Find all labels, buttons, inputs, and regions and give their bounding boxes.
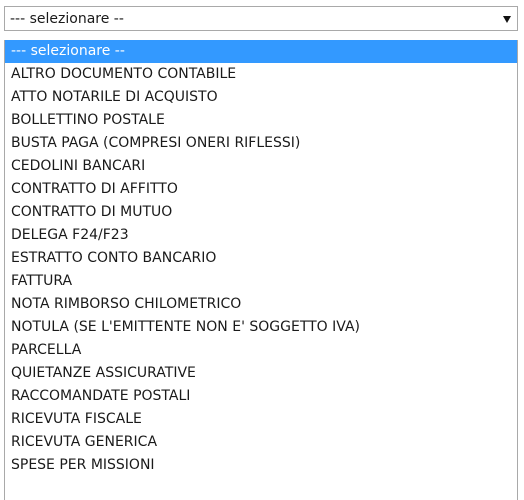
option-contratto-di-mutuo[interactable]: CONTRATTO DI MUTUO [5,201,517,224]
option-contratto-di-affitto[interactable]: CONTRATTO DI AFFITTO [5,178,517,201]
option-parcella[interactable]: PARCELLA [5,339,517,362]
option-ricevuta-generica[interactable]: RICEVUTA GENERICA [5,431,517,454]
chevron-down-icon[interactable] [503,16,511,23]
select-current-value: --- selezionare -- [10,11,124,27]
option-selezionare[interactable]: --- selezionare -- [5,40,517,63]
option-spese-per-missioni[interactable]: SPESE PER MISSIONI [5,454,517,477]
option-atto-notarile-di-acquisto[interactable]: ATTO NOTARILE DI ACQUISTO [5,86,517,109]
option-busta-paga[interactable]: BUSTA PAGA (COMPRESI ONERI RIFLESSI) [5,132,517,155]
dropdown-options-list[interactable]: --- selezionare -- ALTRO DOCUMENTO CONTA… [4,40,518,500]
option-quietanze-assicurative[interactable]: QUIETANZE ASSICURATIVE [5,362,517,385]
option-altro-documento-contabile[interactable]: ALTRO DOCUMENTO CONTABILE [5,63,517,86]
option-ricevuta-fiscale[interactable]: RICEVUTA FISCALE [5,408,517,431]
option-cedolini-bancari[interactable]: CEDOLINI BANCARI [5,155,517,178]
option-raccomandate-postali[interactable]: RACCOMANDATE POSTALI [5,385,517,408]
option-nota-rimborso-chilometrico[interactable]: NOTA RIMBORSO CHILOMETRICO [5,293,517,316]
option-notula[interactable]: NOTULA (SE L'EMITTENTE NON E' SOGGETTO I… [5,316,517,339]
option-bollettino-postale[interactable]: BOLLETTINO POSTALE [5,109,517,132]
option-fattura[interactable]: FATTURA [5,270,517,293]
document-type-select[interactable]: --- selezionare -- [4,6,518,31]
option-delega-f24-f23[interactable]: DELEGA F24/F23 [5,224,517,247]
option-estratto-conto-bancario[interactable]: ESTRATTO CONTO BANCARIO [5,247,517,270]
